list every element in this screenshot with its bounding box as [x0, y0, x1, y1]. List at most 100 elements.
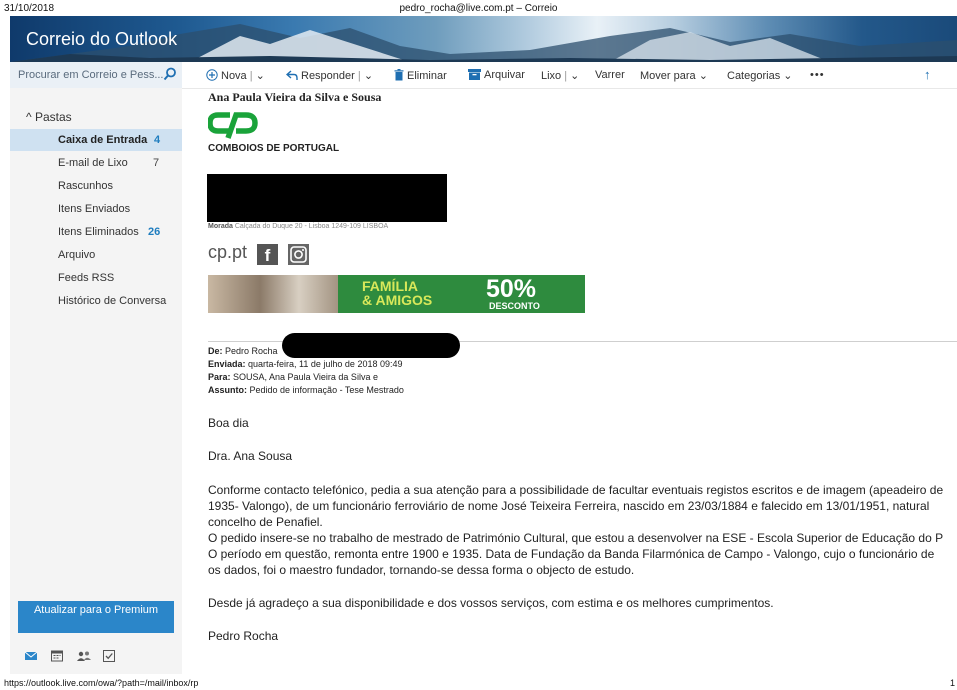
chevron-down-icon: ⌄	[255, 70, 265, 82]
junk-button[interactable]: Lixo | ⌄	[541, 69, 579, 82]
body-signature: Pedro Rocha	[208, 629, 279, 643]
folder-drafts[interactable]: Rascunhos	[10, 175, 182, 197]
archive-button[interactable]: Arquivar	[468, 69, 525, 81]
chevron-up-icon[interactable]: ^	[26, 110, 32, 124]
new-button[interactable]: Nova | ⌄	[206, 69, 265, 82]
to-value: SOUSA, Ana Paula Vieira da Silva e	[233, 372, 378, 382]
redaction-block	[207, 174, 447, 222]
module-switcher	[24, 649, 174, 665]
trash-icon	[394, 69, 404, 81]
app-banner: Correio do Outlook	[10, 16, 957, 62]
body-line: O pedido insere-se no trabalho de mestra…	[208, 531, 944, 545]
address-line: Morada Calçada do Duque 20 - Lisboa 1249…	[208, 223, 388, 230]
folder-archive[interactable]: Arquivo	[10, 244, 182, 266]
body-line: Conforme contacto telefónico, pedia a su…	[208, 483, 944, 497]
calendar-icon[interactable]	[50, 649, 64, 663]
subject-label: Assunto:	[208, 385, 247, 395]
unread-count: 26	[148, 226, 161, 238]
sent-value: quarta-feira, 11 de julho de 2018 09:49	[248, 359, 403, 369]
app-brand[interactable]: Correio do Outlook	[26, 29, 177, 50]
to-label: Para:	[208, 372, 231, 382]
folders-header[interactable]: ^ Pastas	[26, 110, 72, 124]
website-link[interactable]: cp.pt	[208, 242, 247, 263]
search-icon[interactable]	[163, 67, 177, 81]
folder-deleted[interactable]: Itens Eliminados 26	[10, 221, 182, 243]
arrow-up-icon[interactable]: ↑	[924, 67, 931, 82]
toolbar: Procurar em Correio e Pess... Nova | ⌄ R…	[10, 62, 957, 89]
move-to-label: Mover para	[640, 70, 696, 82]
archive-label: Arquivar	[484, 69, 525, 81]
promo-label: DESCONTO	[489, 301, 540, 311]
plus-circle-icon	[206, 69, 218, 81]
header-from: De: Pedro Rocha	[208, 346, 278, 356]
upgrade-premium-button[interactable]: Atualizar para o Premium	[18, 601, 174, 633]
categories-button[interactable]: Categorias ⌄	[727, 69, 792, 82]
folder-junk[interactable]: E-mail de Lixo 7	[10, 152, 182, 174]
people-icon[interactable]	[76, 649, 91, 663]
body-line: 1935- Valongo), de um funcionário ferrov…	[208, 499, 930, 513]
address-text: Calçada do Duque 20 - Lisboa 1249-109 LI…	[234, 223, 389, 230]
more-options-button[interactable]: •••	[810, 69, 825, 81]
chevron-down-icon: ⌄	[363, 70, 374, 82]
body-line: concelho de Penafiel.	[208, 515, 323, 529]
folder-name: E-mail de Lixo	[58, 157, 128, 169]
promo-line-1: FAMÍLIA	[362, 278, 418, 294]
promo-banner[interactable]: FAMÍLIA & AMIGOS 50% DESCONTO	[208, 275, 585, 313]
folders-header-label: Pastas	[34, 110, 72, 124]
folder-rss[interactable]: Feeds RSS	[10, 267, 182, 289]
unread-count: 4	[154, 134, 161, 146]
header-subject: Assunto: Pedido de informação - Tese Mes…	[208, 385, 404, 395]
folder-name: Histórico de Conversa	[58, 295, 167, 307]
reply-label: Responder	[301, 70, 355, 82]
body-salutation: Dra. Ana Sousa	[208, 449, 293, 463]
sent-label: Enviada:	[208, 359, 246, 369]
search-box[interactable]: Procurar em Correio e Pess...	[10, 62, 182, 88]
subject-value: Pedido de informação - Tese Mestrado	[249, 385, 404, 395]
from-label: De:	[208, 346, 223, 356]
body-line: O período em questão, remonta entre 1900…	[208, 547, 935, 561]
reply-icon	[285, 70, 298, 80]
folder-name: Feeds RSS	[58, 272, 115, 284]
folder-conversation-history[interactable]: Histórico de Conversa	[10, 290, 182, 312]
folder-name: Itens Eliminados	[58, 226, 139, 238]
chevron-down-icon: ⌄	[698, 70, 708, 82]
tasks-icon[interactable]	[102, 649, 116, 663]
folder-name: Arquivo	[58, 249, 96, 261]
header-to: Para: SOUSA, Ana Paula Vieira da Silva e	[208, 372, 378, 382]
folder-sent[interactable]: Itens Enviados	[10, 198, 182, 220]
folder-name: Caixa de Entrada	[58, 134, 148, 146]
delete-label: Eliminar	[407, 70, 447, 82]
new-label: Nova	[221, 70, 247, 82]
sweep-label: Varrer	[595, 69, 625, 81]
folder-inbox[interactable]: Caixa de Entrada 4	[10, 129, 182, 151]
header-sent: Enviada: quarta-feira, 11 de julho de 20…	[208, 359, 402, 369]
address-label: Morada	[208, 223, 233, 230]
body-closing: Desde já agradeço a sua disponibilidade …	[208, 596, 774, 610]
search-input[interactable]: Procurar em Correio e Pess...	[18, 69, 164, 81]
print-title: pedro_rocha@live.com.pt – Correio	[399, 3, 558, 14]
chevron-down-icon: ⌄	[783, 70, 793, 82]
mail-icon[interactable]	[24, 649, 38, 663]
junk-label: Lixo	[541, 70, 562, 82]
company-name: COMBOIOS DE PORTUGAL	[208, 143, 340, 154]
delete-button[interactable]: Eliminar	[394, 69, 447, 82]
signature-name: Ana Paula Vieira da Silva e Sousa	[208, 90, 382, 104]
sweep-button[interactable]: Varrer	[595, 69, 625, 81]
folder-name: Rascunhos	[58, 180, 114, 192]
promo-percent: 50%	[486, 275, 537, 303]
body-greeting: Boa dia	[208, 416, 249, 430]
facebook-icon[interactable]: f	[257, 244, 278, 265]
instagram-icon[interactable]	[288, 244, 309, 265]
from-value: Pedro Rocha	[225, 346, 278, 356]
move-to-button[interactable]: Mover para ⌄	[640, 69, 708, 82]
cp-logo-icon	[208, 112, 258, 139]
print-page-number: 1	[950, 678, 956, 688]
print-url: https://outlook.live.com/owa/?path=/mail…	[4, 678, 199, 688]
archive-icon	[468, 69, 481, 80]
redaction-block	[282, 333, 460, 358]
categories-label: Categorias	[727, 70, 781, 82]
reply-button[interactable]: Responder | ⌄	[285, 69, 374, 82]
promo-line-2: & AMIGOS	[362, 292, 433, 308]
folder-pane: ^ Pastas Caixa de Entrada 4 E-mail de Li…	[10, 88, 182, 674]
chevron-down-icon: ⌄	[570, 70, 580, 82]
